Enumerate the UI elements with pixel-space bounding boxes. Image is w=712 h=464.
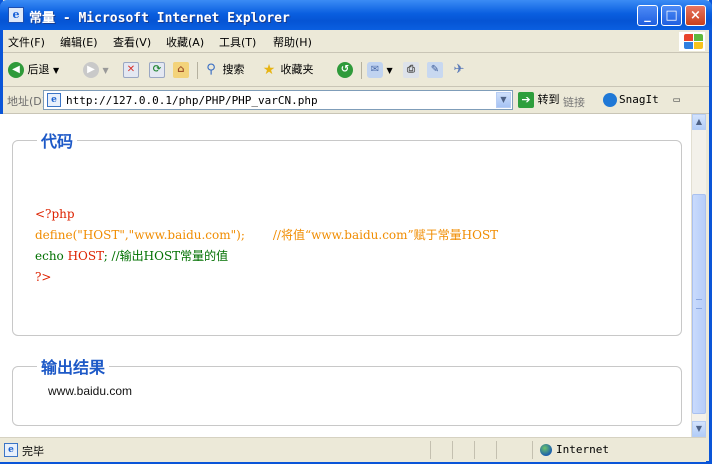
maximize-icon: □	[665, 8, 678, 23]
search-button[interactable]: ⚲ 搜索	[203, 61, 245, 79]
globe-icon	[540, 444, 552, 456]
address-label: 地址(D)	[7, 95, 47, 108]
close-button[interactable]: ×	[685, 5, 706, 26]
standard-toolbar: ◀ 后退 ▼ ▶ ▼ ✕ ⟳ ⌂ ⚲ 搜索 ★ 收藏夹 ↺ ✉ ▼ ⎙ ✎ ✈	[3, 53, 709, 87]
scroll-down-button[interactable]: ▼	[692, 421, 706, 437]
links-button[interactable]: 链接	[563, 94, 585, 110]
home-icon: ⌂	[173, 62, 189, 78]
menu-edit[interactable]: 编辑(E)	[60, 34, 98, 50]
stop-icon: ✕	[123, 62, 139, 78]
code-echo-comment: ; //输出HOST常量的值	[103, 249, 229, 263]
snagit-button[interactable]: SnagIt ▭	[603, 92, 680, 108]
print-button[interactable]: ⎙	[403, 61, 419, 79]
toolbar-separator	[197, 62, 198, 79]
maximize-button[interactable]: □	[661, 5, 682, 26]
code-line-close-tag: ?>	[35, 270, 52, 284]
minimize-button[interactable]: _	[637, 5, 658, 26]
chevron-down-icon: ▼	[500, 95, 507, 104]
code-legend: 代码	[41, 132, 74, 151]
window-title: 常量 - Microsoft Internet Explorer	[29, 11, 290, 26]
search-icon: ⚲	[206, 62, 216, 77]
output-legend: 输出结果	[41, 358, 106, 377]
go-label: 转到	[537, 93, 560, 106]
address-bar: 地址(D) e http://127.0.0.1/php/PHP/PHP_var…	[3, 87, 709, 114]
ie-icon: e	[8, 7, 24, 23]
forward-button[interactable]: ▶ ▼	[83, 61, 109, 79]
grip-icon	[696, 299, 702, 309]
refresh-icon: ⟳	[149, 62, 165, 78]
snagit-window-icon[interactable]: ▭	[673, 93, 680, 106]
chevron-down-icon: ▼	[695, 424, 703, 433]
stop-button[interactable]: ✕	[123, 61, 139, 79]
status-cell	[496, 441, 516, 459]
minimize-icon: _	[644, 8, 651, 23]
snagit-icon	[603, 93, 617, 107]
zone-label: Internet	[556, 443, 609, 456]
vertical-scrollbar[interactable]: ▲ ▼	[691, 114, 706, 437]
go-arrow-icon: ➔	[518, 92, 534, 108]
dropdown-arrow-icon: ▼	[386, 66, 393, 75]
security-zone[interactable]: Internet	[540, 443, 609, 457]
status-cell	[430, 441, 450, 459]
code-line-define: define("HOST","www.baidu.com");	[35, 228, 245, 242]
star-icon: ★	[262, 62, 276, 78]
search-label: 搜索	[222, 63, 245, 76]
go-button[interactable]: ➔ 转到	[518, 91, 560, 109]
code-echo-keyword: echo	[35, 249, 68, 263]
forward-arrow-icon: ▶	[83, 62, 99, 78]
favorites-button[interactable]: ★ 收藏夹	[261, 61, 314, 79]
menu-favorites[interactable]: 收藏(A)	[166, 34, 204, 50]
address-dropdown-button[interactable]: ▼	[496, 92, 511, 108]
favorites-label: 收藏夹	[280, 63, 314, 76]
edit-button[interactable]: ✎	[427, 61, 443, 79]
edit-icon: ✎	[427, 62, 443, 78]
page-icon: e	[4, 443, 18, 457]
code-host-constant: HOST	[67, 249, 104, 263]
menu-tools[interactable]: 工具(T)	[219, 34, 256, 50]
dropdown-arrow-icon: ▼	[102, 66, 109, 75]
output-text: www.baidu.com	[48, 384, 133, 398]
status-cell	[452, 441, 472, 459]
code-line-open-tag: <?php	[35, 207, 75, 221]
back-button[interactable]: ◀ 后退 ▼	[8, 61, 59, 79]
menu-view[interactable]: 查看(V)	[113, 34, 151, 50]
messenger-icon: ✈	[453, 62, 465, 77]
menu-file[interactable]: 文件(F)	[8, 34, 45, 50]
dropdown-arrow-icon: ▼	[53, 66, 60, 75]
messenger-button[interactable]: ✈	[451, 61, 467, 79]
back-arrow-icon: ◀	[8, 62, 24, 78]
print-icon: ⎙	[403, 62, 419, 78]
menu-bar: 文件(F) 编辑(E) 查看(V) 收藏(A) 工具(T) 帮助(H)	[3, 30, 709, 53]
code-comment-define: //将值“www.baidu.com”赋于常量HOST	[272, 228, 499, 242]
menu-help[interactable]: 帮助(H)	[273, 34, 312, 50]
mail-button[interactable]: ✉ ▼	[367, 61, 393, 79]
snagit-label: SnagIt	[619, 93, 659, 106]
status-bar: e 完毕 Internet	[0, 437, 706, 462]
toolbar-separator	[361, 62, 362, 79]
address-input[interactable]: e http://127.0.0.1/php/PHP/PHP_varCN.php…	[43, 90, 513, 110]
scroll-up-button[interactable]: ▲	[692, 114, 706, 130]
close-icon: ×	[690, 8, 701, 23]
windows-logo-icon	[679, 32, 705, 51]
scroll-thumb[interactable]	[692, 194, 706, 414]
home-button[interactable]: ⌂	[173, 61, 189, 79]
page-icon: e	[47, 93, 61, 107]
code-block: <?php define("HOST","www.baidu.com"); //将…	[35, 204, 498, 288]
mail-icon: ✉	[367, 62, 383, 78]
title-bar[interactable]: e 常量 - Microsoft Internet Explorer _ □ ×	[0, 0, 712, 30]
address-url: http://127.0.0.1/php/PHP/PHP_varCN.php	[66, 94, 318, 107]
refresh-button[interactable]: ⟳	[149, 61, 165, 79]
history-icon: ↺	[337, 62, 353, 78]
status-cell	[474, 441, 494, 459]
status-text: 完毕	[22, 445, 44, 458]
chevron-up-icon: ▲	[695, 117, 703, 126]
back-label: 后退	[27, 63, 50, 76]
history-button[interactable]: ↺	[337, 61, 353, 79]
page-content: 代码 <?php define("HOST","www.baidu.com");…	[0, 114, 691, 437]
